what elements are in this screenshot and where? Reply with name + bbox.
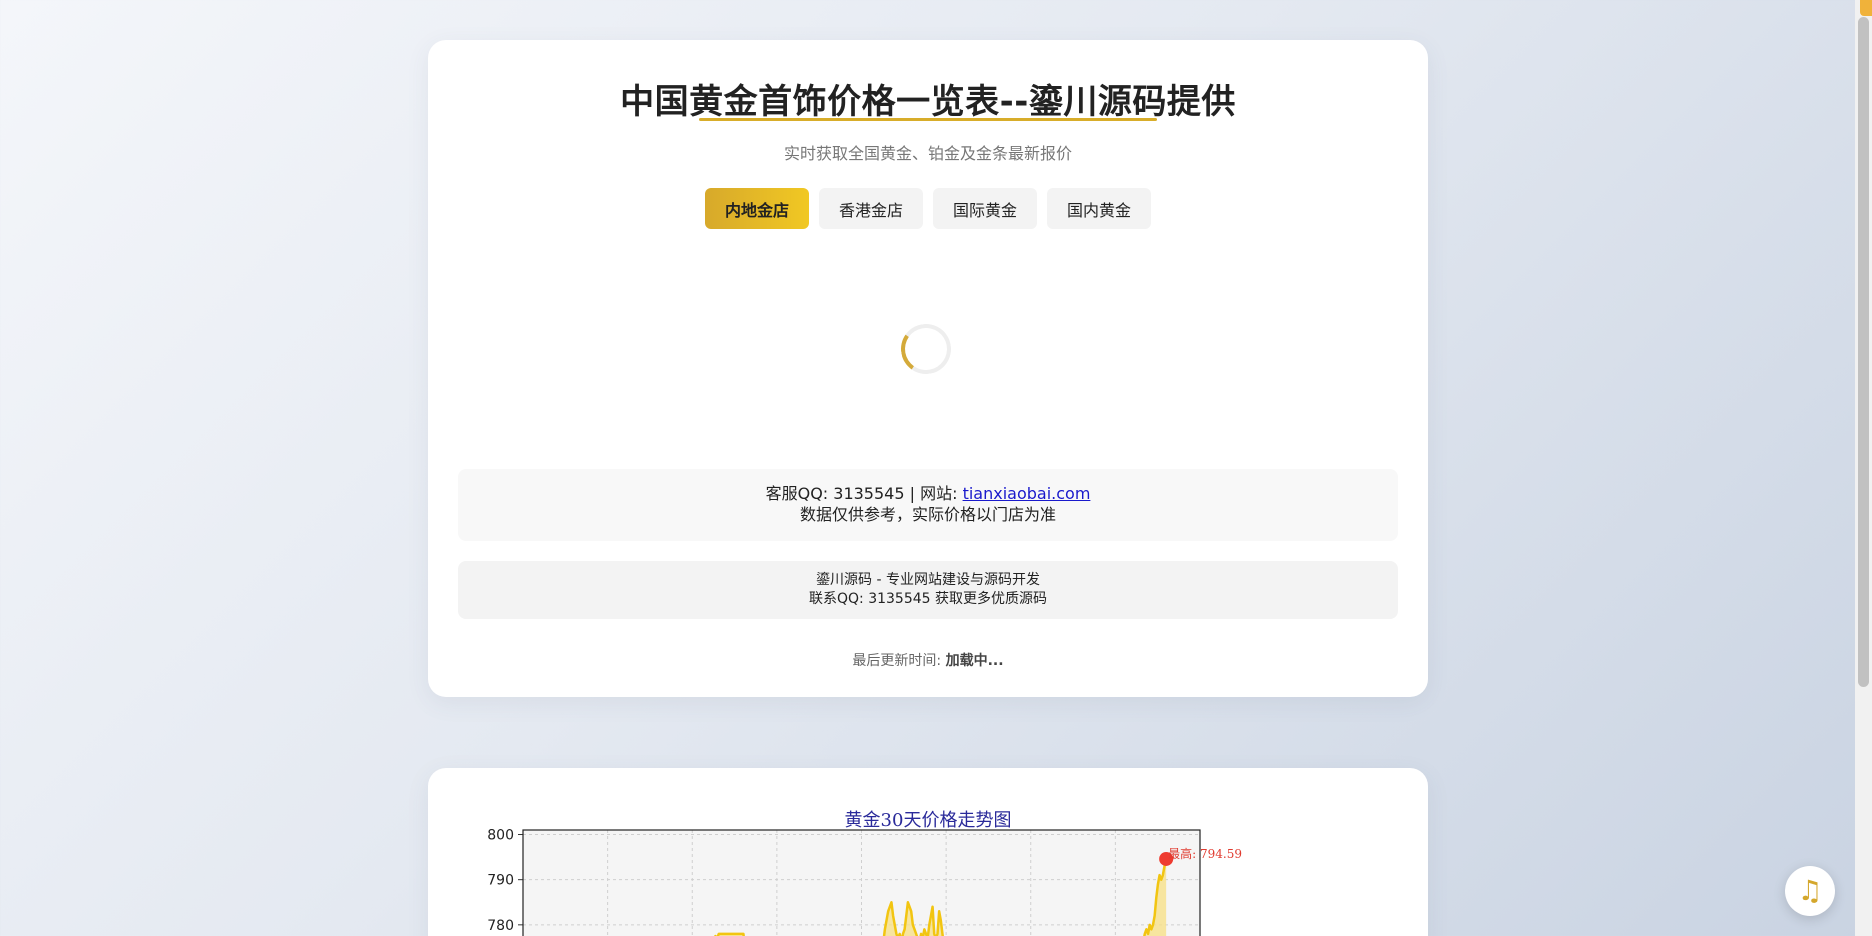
store-tabs: 内地金店 香港金店 国际黄金 国内黄金 bbox=[428, 188, 1428, 229]
tab-international-gold[interactable]: 国际黄金 bbox=[933, 188, 1037, 229]
music-note-icon: ♫ bbox=[1797, 874, 1823, 907]
page-scrollbar[interactable] bbox=[1855, 0, 1872, 936]
title-underline bbox=[699, 118, 1157, 121]
website-link[interactable]: tianxiaobai.com bbox=[963, 484, 1091, 503]
music-button[interactable]: ♫ bbox=[1785, 866, 1835, 916]
tab-hongkong-stores[interactable]: 香港金店 bbox=[819, 188, 923, 229]
contact-info-box: 客服QQ: 3135545 | 网站: tianxiaobai.com 数据仅供… bbox=[458, 469, 1398, 541]
contact-line: 客服QQ: 3135545 | 网站: tianxiaobai.com bbox=[458, 483, 1398, 504]
contact-qq-text: 客服QQ: 3135545 | 网站: bbox=[765, 484, 963, 503]
disclaimer-text: 数据仅供参考，实际价格以门店为准 bbox=[799, 505, 1056, 524]
last-update-label: 最后更新时间: bbox=[852, 653, 946, 669]
page-subtitle: 实时获取全国黄金、铂金及金条最新报价 bbox=[783, 144, 1072, 163]
y-tick-label: 800 bbox=[487, 828, 514, 844]
price-trend-chart: 800 790 780 最高: 794.59 bbox=[487, 828, 1242, 936]
last-update-value: 加载中... bbox=[945, 653, 1004, 669]
last-update: 最后更新时间: 加载中... bbox=[428, 650, 1428, 670]
promo-line-2: 联系QQ: 3135545 获取更多优质源码 bbox=[808, 591, 1047, 607]
y-tick-label: 790 bbox=[487, 873, 514, 889]
y-tick-label: 780 bbox=[487, 918, 514, 934]
promo-line-1: 鎏川源码 - 专业网站建设与源码开发 bbox=[816, 572, 1040, 588]
price-card: 中国黄金首饰价格一览表--鎏川源码提供 实时获取全国黄金、铂金及金条最新报价 内… bbox=[428, 40, 1428, 697]
max-point-label: 最高: 794.59 bbox=[1168, 846, 1242, 861]
promo-box: 鎏川源码 - 专业网站建设与源码开发 联系QQ: 3135545 获取更多优质源… bbox=[458, 561, 1398, 619]
tab-domestic-gold[interactable]: 国内黄金 bbox=[1047, 188, 1151, 229]
scrollbar-thumb[interactable] bbox=[1858, 17, 1869, 687]
page-title: 中国黄金首饰价格一览表--鎏川源码提供 bbox=[620, 82, 1236, 122]
loading-spinner bbox=[897, 320, 955, 378]
chart-card: 黄金30天价格走势图 800 790 780 最高: 794.59 bbox=[428, 768, 1428, 936]
tab-mainland-stores[interactable]: 内地金店 bbox=[705, 188, 809, 229]
scroll-top-marker bbox=[1860, 0, 1872, 16]
